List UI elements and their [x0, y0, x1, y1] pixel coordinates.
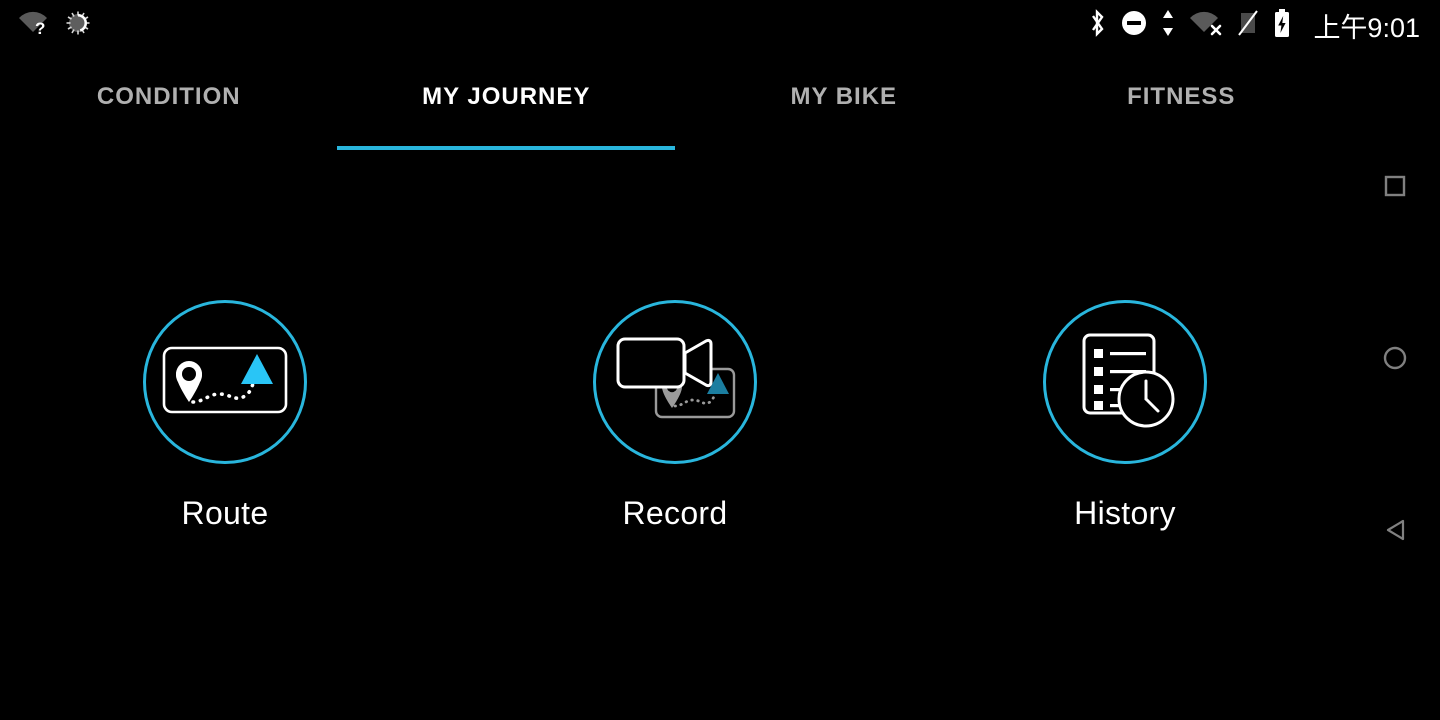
- record-button[interactable]: [593, 300, 757, 464]
- data-transfer-icon: [1161, 9, 1175, 42]
- tile-record[interactable]: Record: [525, 300, 825, 532]
- history-list-clock-icon: [1072, 327, 1178, 438]
- status-bar: ? 上午9:01: [0, 0, 1440, 50]
- tile-route[interactable]: Route: [75, 300, 375, 532]
- journey-tiles: Route Record History: [0, 150, 1350, 720]
- tab-fitness[interactable]: FITNESS: [1013, 50, 1351, 150]
- square-icon: [1384, 175, 1406, 202]
- home-button[interactable]: [1375, 340, 1415, 380]
- sync-spinner-icon: [64, 9, 92, 42]
- back-button[interactable]: [1375, 512, 1415, 552]
- android-navigation-bar: [1350, 0, 1440, 720]
- tile-label: Route: [181, 495, 269, 531]
- record-video-map-icon: [610, 327, 740, 438]
- tab-bar: CONDITION MY JOURNEY MY BIKE FITNESS: [0, 50, 1350, 150]
- tab-label: MY JOURNEY: [422, 83, 591, 110]
- tab-label: MY BIKE: [790, 83, 898, 110]
- wifi-disconnected-icon: [1189, 10, 1223, 41]
- tab-condition[interactable]: CONDITION: [0, 50, 338, 150]
- tab-my-bike[interactable]: MY BIKE: [675, 50, 1013, 150]
- wifi-unknown-icon: ?: [18, 10, 48, 41]
- history-button[interactable]: [1043, 300, 1207, 464]
- tab-my-journey[interactable]: MY JOURNEY: [337, 50, 676, 150]
- tile-label: Record: [622, 495, 728, 531]
- tile-label: History: [1074, 495, 1176, 531]
- tab-label: FITNESS: [1127, 83, 1236, 110]
- circle-icon: [1383, 346, 1407, 375]
- status-bar-left-icons: ?: [18, 9, 92, 42]
- tab-label: CONDITION: [96, 83, 241, 110]
- recents-button[interactable]: [1375, 168, 1415, 208]
- triangle-left-icon: [1383, 518, 1407, 547]
- route-button[interactable]: [143, 300, 307, 464]
- signal-off-icon: [1237, 9, 1259, 42]
- battery-charging-icon: [1273, 8, 1291, 43]
- app-screen: ? 上午9:01 CONDITION MY JOURNEY MY BIKE FI…: [0, 0, 1440, 720]
- route-map-icon: [161, 340, 289, 425]
- do-not-disturb-icon: [1121, 10, 1147, 41]
- svg-text:?: ?: [35, 19, 45, 36]
- tile-history[interactable]: History: [975, 300, 1275, 532]
- bluetooth-icon: [1087, 8, 1107, 43]
